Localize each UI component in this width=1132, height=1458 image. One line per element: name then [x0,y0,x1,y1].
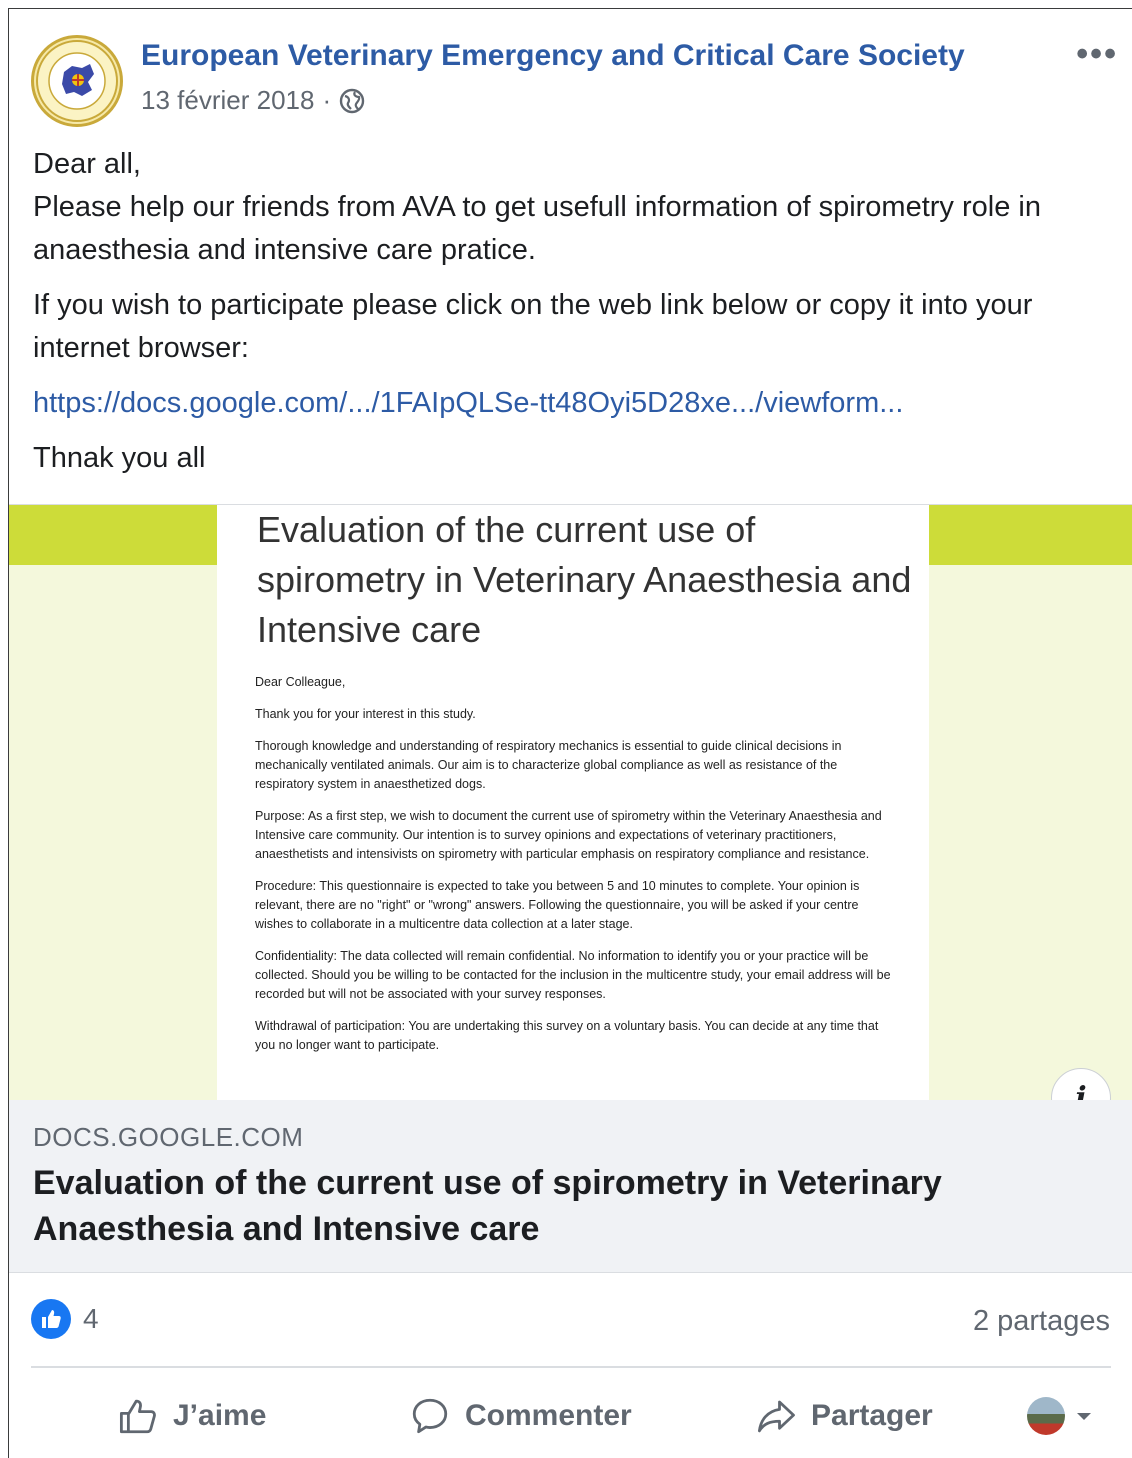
audience-selector[interactable] [1027,1381,1095,1451]
form-description: Dear Colleague, Thank you for your inter… [255,673,895,1068]
comment-label: Commenter [465,1399,632,1432]
message-request: Please help our friends from AVA to get … [33,191,1041,266]
more-options-icon[interactable]: ••• [1076,35,1118,74]
form-paragraph: Purpose: As a first step, we wish to doc… [255,809,882,861]
link-preview[interactable]: Evaluation of the current use of spirome… [9,504,1132,1273]
form-paragraph: Dear Colleague, [255,675,346,689]
like-button[interactable]: J’aime [117,1381,266,1451]
action-bar: J’aime Commenter Partager [9,1381,1132,1451]
share-arrow-icon [757,1400,795,1433]
like-reaction-icon [31,1299,71,1339]
form-page: Evaluation of the current use of spirome… [217,505,929,1100]
form-paragraph: Procedure: This questionnaire is expecte… [255,879,860,931]
link-preview-image[interactable]: Evaluation of the current use of spirome… [9,505,1132,1100]
reaction-summary[interactable]: 4 [31,1299,99,1339]
form-paragraph: Withdrawal of participation: You are und… [255,1019,879,1052]
survey-link[interactable]: https://docs.google.com/.../1FAIpQLSe-tt… [33,387,903,419]
share-label: Partager [811,1399,933,1432]
message-greeting: Dear all, [33,148,141,180]
post-date[interactable]: 13 février 2018 [141,85,314,116]
comment-button[interactable]: Commenter [409,1381,632,1451]
like-count: 4 [83,1303,99,1334]
user-avatar [1027,1397,1065,1435]
globe-icon [339,88,365,113]
form-paragraph: Thorough knowledge and understanding of … [255,739,842,791]
link-preview-caption[interactable]: DOCS.GOOGLE.COM Evaluation of the curren… [9,1100,1132,1273]
post-message: Dear all, Please help our friends from A… [33,143,1113,492]
page-avatar[interactable] [31,35,123,127]
chevron-down-icon [1077,1413,1091,1420]
society-logo-icon [36,40,118,122]
post-card: European Veterinary Emergency and Critic… [8,8,1132,1458]
form-paragraph: Confidentiality: The data collected will… [255,949,891,1001]
link-domain: DOCS.GOOGLE.COM [33,1122,304,1152]
form-title: Evaluation of the current use of spirome… [257,509,912,650]
share-button[interactable]: Partager [755,1381,933,1451]
meta-separator: · [322,85,332,115]
message-closing: Thnak you all [33,442,206,474]
actions-divider [31,1366,1111,1368]
message-instruction: If you wish to participate please click … [33,289,1033,364]
comment-bubble-icon [412,1398,448,1434]
form-paragraph: Thank you for your interest in this stud… [255,707,476,721]
post-meta: 13 février 2018 · [141,85,365,116]
share-count[interactable]: 2 partages [973,1305,1110,1338]
link-title[interactable]: Evaluation of the current use of spirome… [33,1160,1093,1252]
page-name-link[interactable]: European Veterinary Emergency and Critic… [141,39,965,73]
like-label: J’aime [173,1399,267,1432]
thumbs-up-icon [119,1399,156,1434]
